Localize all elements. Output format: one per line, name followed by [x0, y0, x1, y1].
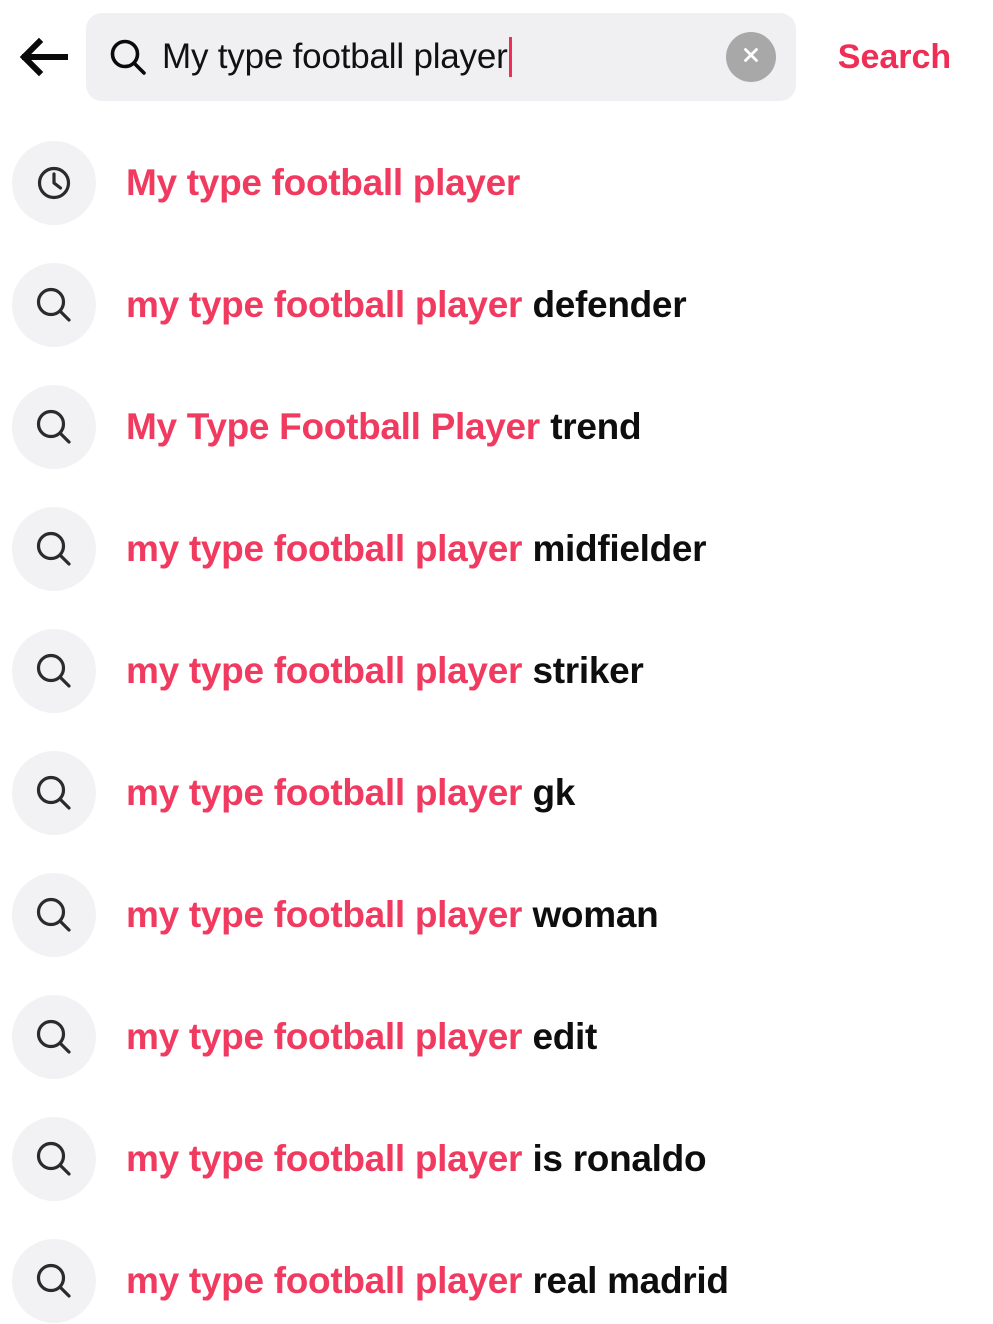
suggestion-matched-text: my type football player: [126, 1137, 523, 1179]
suggestion-row[interactable]: my type football player real madrid: [0, 1220, 993, 1324]
suggestion-text: my type football player midfielder: [126, 527, 707, 570]
suggestion-completion-text: real madrid: [532, 1259, 729, 1301]
search-submit[interactable]: Search: [796, 38, 993, 77]
suggestion-text: my type football player edit: [126, 1015, 598, 1058]
suggestion-completion-text: defender: [532, 283, 687, 325]
search-icon: [12, 629, 96, 713]
suggestion-matched-text: my type football player: [126, 1015, 523, 1057]
suggestion-row[interactable]: my type football player woman: [0, 854, 993, 976]
suggestion-completion-text: gk: [532, 771, 576, 813]
close-icon: [739, 43, 763, 72]
back-button[interactable]: [0, 14, 86, 100]
suggestion-matched-text: my type football player: [126, 771, 523, 813]
suggestion-matched-text: My Type Football Player: [126, 405, 540, 447]
suggestion-text: my type football player woman: [126, 893, 659, 936]
suggestion-matched-text: my type football player: [126, 893, 523, 935]
suggestion-matched-text: my type football player: [126, 527, 523, 569]
clock-icon: [12, 141, 96, 225]
clear-search-button[interactable]: [726, 32, 776, 82]
suggestion-completion-text: striker: [532, 649, 644, 691]
search-icon: [12, 263, 96, 347]
suggestion-text: my type football player defender: [126, 283, 687, 326]
suggestion-completion-text: woman: [532, 893, 659, 935]
search-icon: [12, 507, 96, 591]
suggestion-completion-text: is ronaldo: [532, 1137, 707, 1179]
suggestion-list: My type football player my type football …: [0, 122, 993, 1324]
suggestion-row[interactable]: my type football player gk: [0, 732, 993, 854]
suggestion-text: My Type Football Player trend: [126, 405, 642, 448]
suggestion-matched-text: My type football player: [126, 161, 521, 203]
suggestion-row[interactable]: my type football player edit: [0, 976, 993, 1098]
suggestion-text: My type football player: [126, 161, 521, 204]
search-icon: [12, 873, 96, 957]
search-suggestions-screen: My type football player Search My type f…: [0, 0, 993, 1324]
suggestion-matched-text: my type football player: [126, 649, 523, 691]
search-icon: [12, 751, 96, 835]
search-icon: [12, 995, 96, 1079]
search-icon: [12, 1117, 96, 1201]
suggestion-text: my type football player gk: [126, 771, 576, 814]
suggestion-row[interactable]: my type football player striker: [0, 610, 993, 732]
suggestion-text: my type football player real madrid: [126, 1259, 729, 1302]
arrow-left-icon: [17, 35, 69, 79]
suggestion-text: my type football player striker: [126, 649, 644, 692]
suggestion-completion-text: trend: [550, 405, 642, 447]
search-icon: [12, 1239, 96, 1323]
suggestion-completion-text: midfielder: [532, 527, 707, 569]
text-caret: [508, 37, 512, 77]
suggestion-row[interactable]: My Type Football Player trend: [0, 366, 993, 488]
search-icon: [12, 385, 96, 469]
suggestion-row[interactable]: my type football player defender: [0, 244, 993, 366]
search-icon: [106, 35, 150, 79]
suggestion-row[interactable]: my type football player midfielder: [0, 488, 993, 610]
search-input[interactable]: My type football player: [162, 37, 710, 77]
search-input-value: My type football player: [162, 37, 508, 76]
search-input-container[interactable]: My type football player: [86, 13, 796, 101]
suggestion-row[interactable]: my type football player is ronaldo: [0, 1098, 993, 1220]
suggestion-row[interactable]: My type football player: [0, 122, 993, 244]
suggestion-matched-text: my type football player: [126, 1259, 523, 1301]
suggestion-completion-text: edit: [532, 1015, 598, 1057]
search-submit-label: Search: [837, 37, 952, 76]
search-header: My type football player Search: [0, 0, 993, 114]
suggestion-matched-text: my type football player: [126, 283, 523, 325]
suggestion-text: my type football player is ronaldo: [126, 1137, 707, 1180]
